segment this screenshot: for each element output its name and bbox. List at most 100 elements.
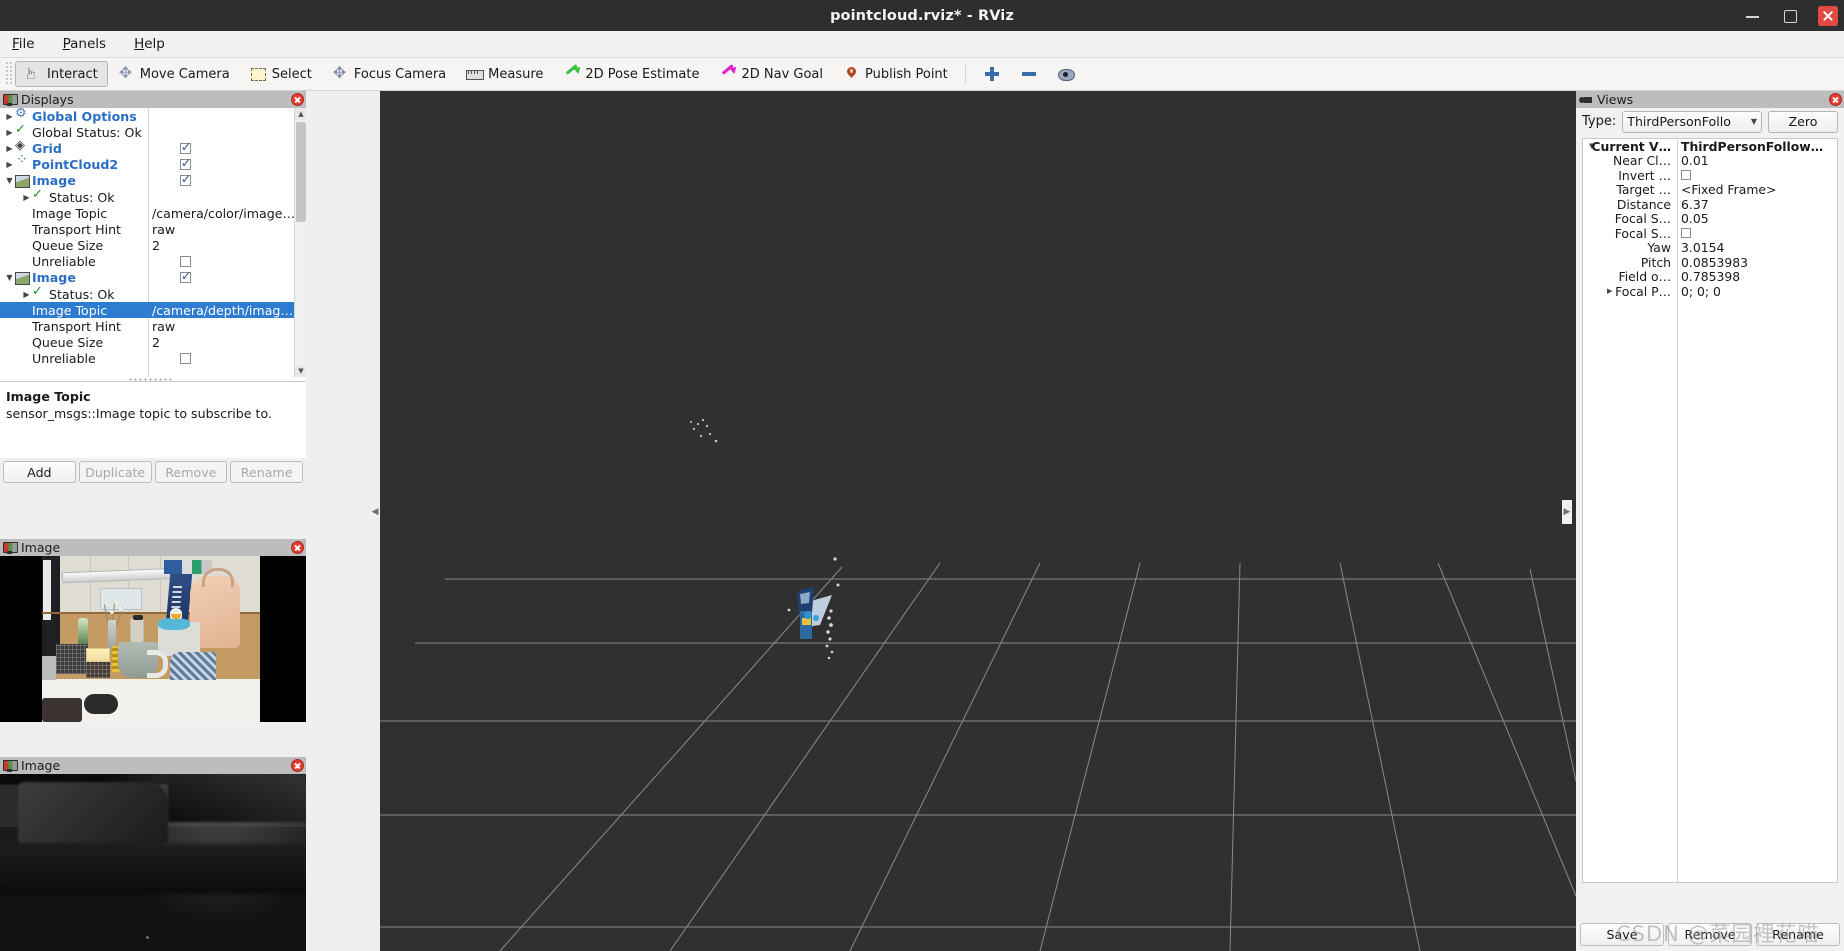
tree-twisty-icon[interactable] <box>4 128 15 137</box>
display-row-6[interactable]: Image Topic/camera/color/image… <box>0 205 306 221</box>
view-property-row-6[interactable]: Focal S… <box>1583 226 1837 241</box>
tool-select[interactable]: Select <box>240 61 322 87</box>
remove-button[interactable]: Remove <box>154 461 228 483</box>
views-close-icon[interactable] <box>1829 93 1842 106</box>
view-property-checkbox[interactable] <box>1681 228 1691 238</box>
tool-move-camera[interactable]: Move Camera <box>108 61 240 87</box>
close-button[interactable] <box>1818 5 1838 26</box>
tool-publish-point[interactable]: Publish Point <box>833 61 958 87</box>
views-type-label: Type: <box>1582 114 1617 129</box>
tree-twisty-icon[interactable] <box>21 193 32 202</box>
views-save-button[interactable]: Save <box>1580 923 1664 946</box>
views-type-select[interactable]: ThirdPersonFollo ▼ <box>1622 110 1762 133</box>
display-row-value[interactable]: 2 <box>152 335 160 350</box>
display-row-5[interactable]: Status: Ok <box>0 187 306 205</box>
display-row-value[interactable]: 2 <box>152 238 160 253</box>
display-row-checkbox[interactable] <box>180 140 191 154</box>
display-row-1[interactable]: Global Status: Ok <box>0 122 306 140</box>
image-panel-depth-close-icon[interactable] <box>291 759 304 772</box>
display-row-8[interactable]: Queue Size 2 <box>0 238 306 254</box>
view-property-value[interactable]: 6.37 <box>1681 197 1709 212</box>
view-property-value[interactable]: ThirdPersonFollow… <box>1681 139 1823 154</box>
displays-tree[interactable]: Global OptionsGlobal Status: OkGridPoint… <box>0 108 306 377</box>
display-row-checkbox[interactable] <box>180 156 191 171</box>
display-row-value[interactable]: raw <box>152 319 175 334</box>
view-property-value[interactable]: 0.01 <box>1681 153 1709 168</box>
duplicate-button[interactable]: Duplicate <box>78 461 152 483</box>
scrollbar-thumb[interactable] <box>296 122 306 222</box>
right-splitter-handle[interactable]: ▶ <box>1562 500 1572 524</box>
view-property-row-2[interactable]: Invert … <box>1583 168 1837 183</box>
view-property-row-7[interactable]: Yaw 3.0154 <box>1583 240 1837 255</box>
maximize-button[interactable] <box>1781 7 1798 24</box>
view-property-value[interactable]: 0; 0; 0 <box>1681 284 1721 299</box>
view-property-row-0[interactable]: ▼ Current V… ThirdPersonFollow… <box>1583 139 1837 154</box>
tool-zoom-out[interactable] <box>1010 61 1047 87</box>
check-icon <box>32 284 46 301</box>
display-row-checkbox[interactable] <box>180 269 191 284</box>
views-remove-button[interactable]: Remove <box>1668 923 1752 946</box>
view-property-row-4[interactable]: Distance 6.37 <box>1583 197 1837 212</box>
view-property-row-3[interactable]: Target … <Fixed Frame> <box>1583 182 1837 197</box>
views-properties-tree[interactable]: ▼ Current V… ThirdPersonFollow… Near Cl… 0.0… <box>1582 138 1838 883</box>
display-row-11[interactable]: Status: Ok <box>0 284 306 302</box>
menu-panels[interactable]: Panels <box>59 34 110 54</box>
views-rename-button[interactable]: Rename <box>1756 923 1840 946</box>
view-property-row-1[interactable]: Near Cl… 0.01 <box>1583 153 1837 168</box>
view-property-row-8[interactable]: Pitch 0.0853983 <box>1583 255 1837 270</box>
left-splitter-handle[interactable]: ◀ <box>370 500 380 524</box>
display-row-value[interactable]: /camera/color/image… <box>152 206 295 221</box>
view-property-row-9[interactable]: Field o… 0.785398 <box>1583 269 1837 284</box>
view-property-value[interactable]: 3.0154 <box>1681 240 1724 255</box>
display-row-0[interactable]: Global Options <box>0 108 306 124</box>
tree-twisty-icon[interactable] <box>21 290 32 299</box>
displays-scrollbar[interactable]: ▲ ▼ <box>294 108 307 377</box>
display-row-4[interactable]: Image <box>0 172 306 189</box>
display-row-checkbox[interactable] <box>180 256 191 268</box>
display-row-7[interactable]: Transport Hint raw <box>0 221 306 237</box>
display-row-checkbox[interactable] <box>180 353 191 365</box>
tool-interact[interactable]: Interact <box>15 61 108 87</box>
display-row-value[interactable]: raw <box>152 222 175 237</box>
menu-help[interactable]: Help <box>130 34 169 54</box>
tool-visibility[interactable] <box>1047 61 1084 87</box>
display-row-3[interactable]: PointCloud2 <box>0 152 306 173</box>
toolbar-grip[interactable] <box>4 62 13 86</box>
view-property-checkbox[interactable] <box>1681 170 1691 180</box>
image-panel-color-close-icon[interactable] <box>291 541 304 554</box>
display-row-15[interactable]: Unreliable <box>0 351 306 367</box>
check-icon <box>15 122 29 139</box>
tool-2d-nav-goal[interactable]: 2D Nav Goal <box>709 61 833 87</box>
tree-twisty-icon[interactable] <box>4 273 15 282</box>
tree-twisty-icon[interactable] <box>4 112 15 121</box>
view-property-value[interactable]: 0.05 <box>1681 211 1709 226</box>
view-property-row-5[interactable]: Focal S… 0.05 <box>1583 211 1837 226</box>
tree-twisty-icon[interactable] <box>4 176 15 185</box>
view-property-value[interactable]: 0.0853983 <box>1681 255 1748 270</box>
minimize-button[interactable] <box>1744 7 1761 24</box>
view-property-value[interactable]: <Fixed Frame> <box>1681 182 1776 197</box>
menu-file[interactable]: FFileile <box>8 34 39 54</box>
tool-focus-camera[interactable]: Focus Camera <box>322 61 456 87</box>
display-row-9[interactable]: Unreliable <box>0 254 306 270</box>
tool-2d-pose-estimate[interactable]: 2D Pose Estimate <box>553 61 709 87</box>
displays-icon <box>3 93 18 106</box>
display-row-checkbox[interactable] <box>180 172 191 187</box>
display-row-10[interactable]: Image <box>0 269 306 286</box>
display-row-value[interactable]: /camera/depth/imag… <box>152 303 293 318</box>
tool-measure[interactable]: Measure <box>456 61 553 87</box>
tool-zoom-in[interactable] <box>973 61 1010 87</box>
display-row-13[interactable]: Transport Hint raw <box>0 318 306 334</box>
tree-twisty-icon[interactable] <box>4 160 15 169</box>
view-property-row-10[interactable]: ▶ Focal P… 0; 0; 0 <box>1583 284 1837 299</box>
display-row-14[interactable]: Queue Size 2 <box>0 335 306 351</box>
view-property-value[interactable]: 0.785398 <box>1681 269 1740 284</box>
zero-button[interactable]: Zero <box>1768 110 1838 133</box>
display-row-12[interactable]: Image Topic/camera/depth/imag… <box>0 302 306 319</box>
render-viewport-3d[interactable] <box>380 91 1576 951</box>
rename-button[interactable]: Rename <box>230 461 303 483</box>
add-button[interactable]: Add <box>3 461 76 483</box>
tree-twisty-icon[interactable] <box>4 144 15 153</box>
display-row-2[interactable]: Grid <box>0 138 306 156</box>
displays-close-icon[interactable] <box>291 93 304 106</box>
